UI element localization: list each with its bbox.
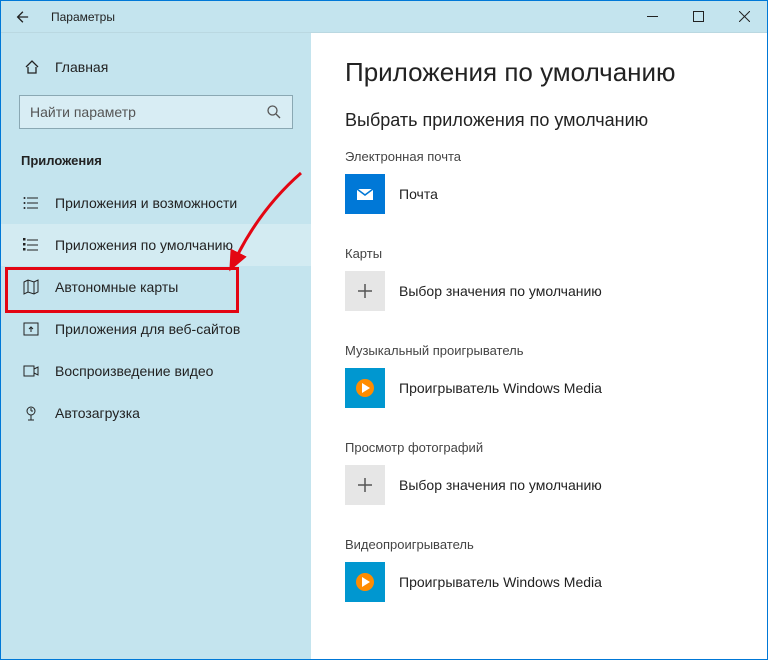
minimize-button[interactable]: [629, 1, 675, 33]
defaults-icon: [21, 236, 41, 254]
page-title: Приложения по умолчанию: [345, 57, 739, 88]
sidebar-item-label: Приложения и возможности: [55, 195, 237, 211]
category-music: Музыкальный проигрыватель Проигрыватель …: [345, 343, 739, 408]
main-content: Приложения по умолчанию Выбрать приложен…: [311, 33, 767, 659]
sidebar-item-label: Воспроизведение видео: [55, 363, 213, 379]
default-app-selector[interactable]: Проигрыватель Windows Media: [345, 368, 739, 408]
sidebar-item-label: Автономные карты: [55, 279, 178, 295]
app-name: Почта: [399, 186, 438, 202]
back-arrow-icon: [15, 10, 29, 24]
sidebar-item-offline-maps[interactable]: Автономные карты: [1, 266, 311, 308]
back-button[interactable]: [1, 1, 43, 32]
web-app-icon: [21, 320, 41, 338]
category-photos: Просмотр фотографий Выбор значения по ум…: [345, 440, 739, 505]
plus-icon: [345, 271, 385, 311]
page-subtitle: Выбрать приложения по умолчанию: [345, 110, 739, 131]
app-name: Проигрыватель Windows Media: [399, 574, 602, 590]
default-app-selector[interactable]: Почта: [345, 174, 739, 214]
sidebar-item-web-apps[interactable]: Приложения для веб-сайтов: [1, 308, 311, 350]
default-app-selector[interactable]: Выбор значения по умолчанию: [345, 271, 739, 311]
category-maps: Карты Выбор значения по умолчанию: [345, 246, 739, 311]
window-title: Параметры: [51, 10, 629, 24]
titlebar: Параметры: [1, 1, 767, 33]
category-label: Карты: [345, 246, 739, 261]
category-label: Музыкальный проигрыватель: [345, 343, 739, 358]
maximize-button[interactable]: [675, 1, 721, 33]
map-icon: [21, 278, 41, 296]
sidebar-item-default-apps[interactable]: Приложения по умолчанию: [1, 224, 311, 266]
search-icon: [266, 104, 282, 120]
home-icon: [23, 59, 41, 75]
maximize-icon: [693, 11, 704, 22]
category-label: Видеопроигрыватель: [345, 537, 739, 552]
app-name: Выбор значения по умолчанию: [399, 283, 602, 299]
close-button[interactable]: [721, 1, 767, 33]
category-email: Электронная почта Почта: [345, 149, 739, 214]
startup-icon: [21, 404, 41, 422]
category-video: Видеопроигрыватель Проигрыватель Windows…: [345, 537, 739, 602]
sidebar-item-startup[interactable]: Автозагрузка: [1, 392, 311, 434]
sidebar-item-label: Автозагрузка: [55, 405, 140, 421]
sidebar: Главная Приложения Приложения и возможно…: [1, 33, 311, 659]
minimize-icon: [647, 11, 658, 22]
sidebar-item-label: Приложения по умолчанию: [55, 237, 233, 253]
app-name: Проигрыватель Windows Media: [399, 380, 602, 396]
sidebar-item-label: Приложения для веб-сайтов: [55, 321, 240, 337]
category-label: Электронная почта: [345, 149, 739, 164]
list-icon: [21, 194, 41, 212]
sidebar-item-apps-features[interactable]: Приложения и возможности: [1, 182, 311, 224]
sidebar-item-video-playback[interactable]: Воспроизведение видео: [1, 350, 311, 392]
video-icon: [21, 362, 41, 380]
wmp-icon: [345, 562, 385, 602]
search-input[interactable]: [30, 104, 266, 120]
home-label: Главная: [55, 59, 108, 75]
search-box[interactable]: [19, 95, 293, 129]
close-icon: [739, 11, 750, 22]
home-nav[interactable]: Главная: [1, 51, 311, 83]
default-app-selector[interactable]: Проигрыватель Windows Media: [345, 562, 739, 602]
default-app-selector[interactable]: Выбор значения по умолчанию: [345, 465, 739, 505]
app-name: Выбор значения по умолчанию: [399, 477, 602, 493]
wmp-icon: [345, 368, 385, 408]
plus-icon: [345, 465, 385, 505]
mail-icon: [345, 174, 385, 214]
category-label: Просмотр фотографий: [345, 440, 739, 455]
sidebar-section-label: Приложения: [1, 141, 311, 182]
